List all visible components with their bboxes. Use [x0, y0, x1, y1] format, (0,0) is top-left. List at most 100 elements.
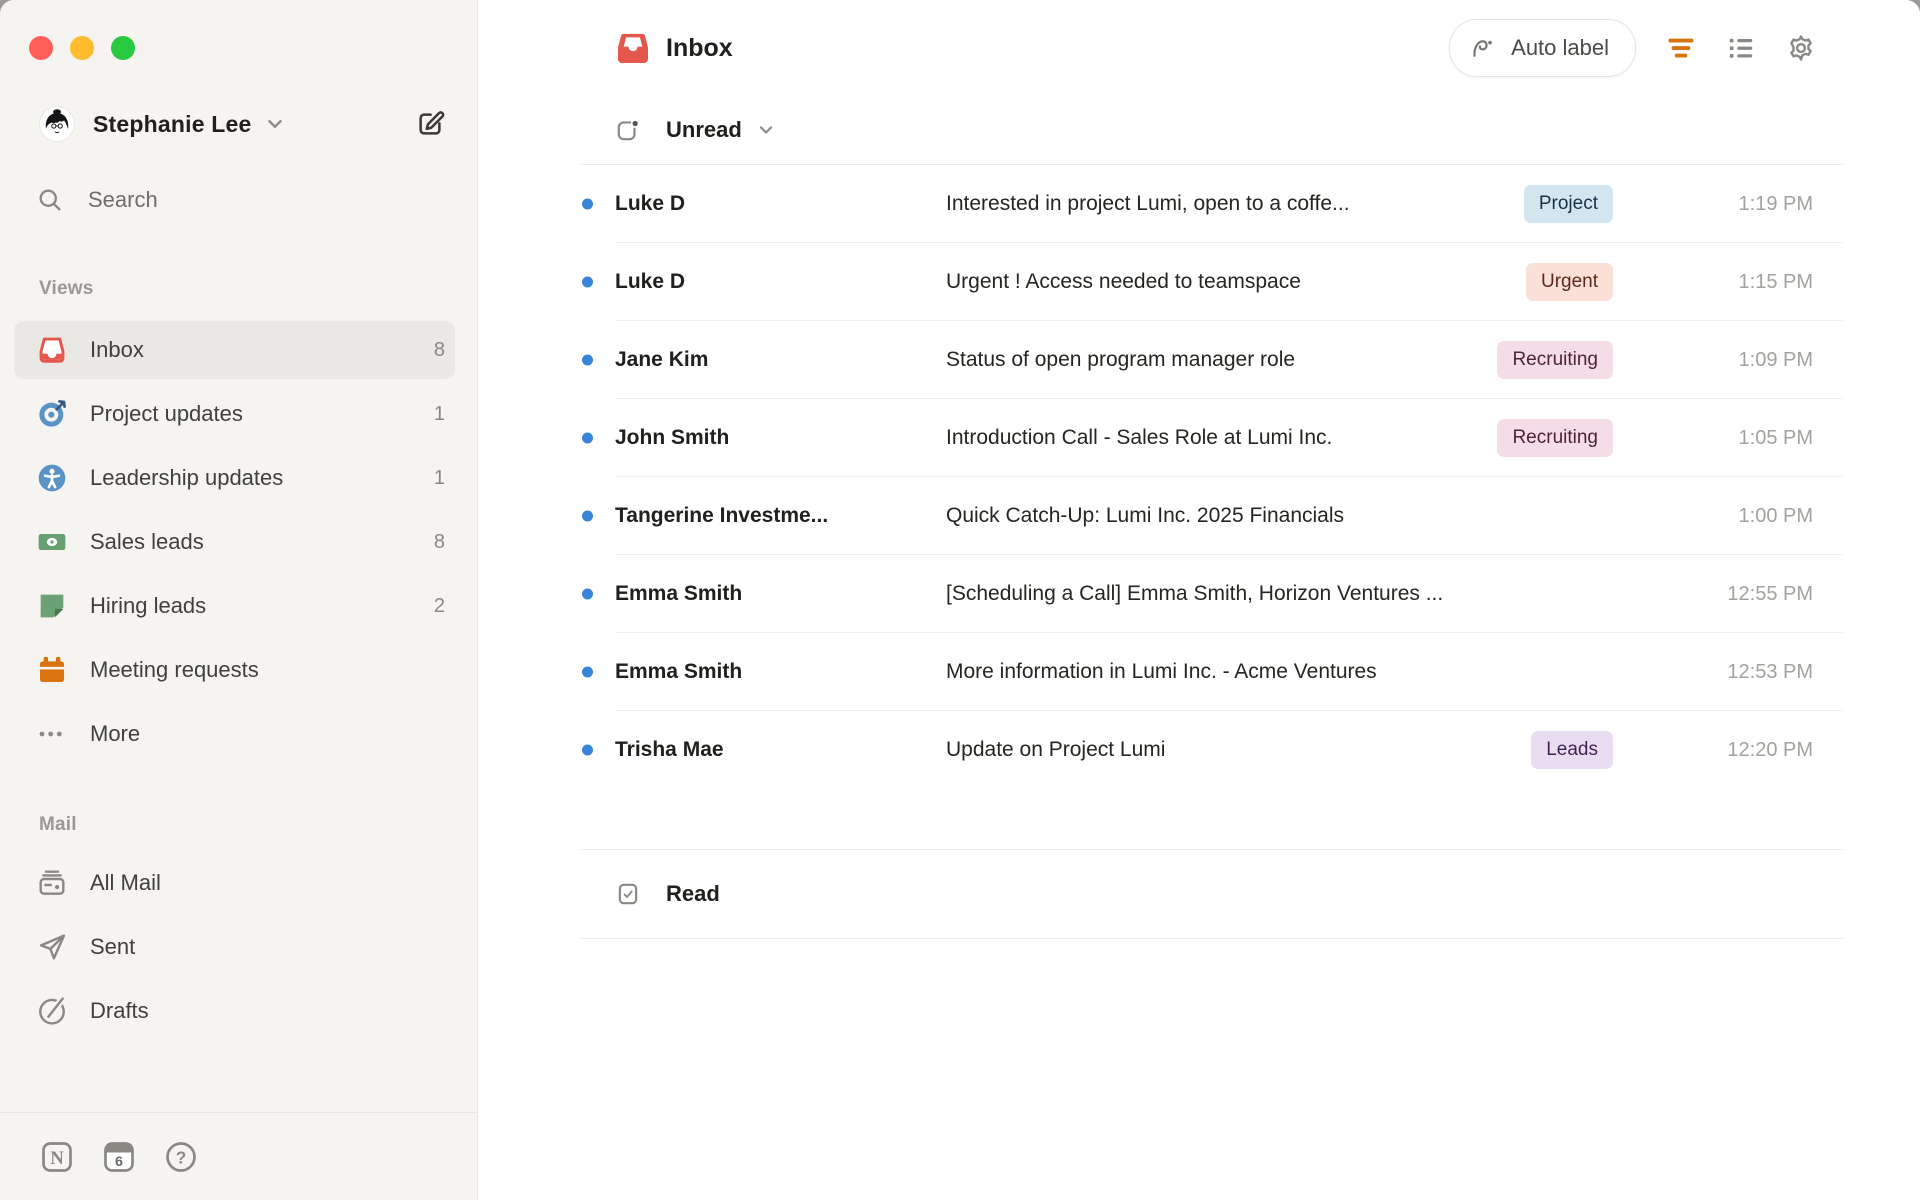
- unread-count: 1: [433, 402, 445, 425]
- sidebar-item-label: All Mail: [90, 870, 161, 895]
- mail-section-label: Mail: [39, 814, 77, 835]
- note-icon: [36, 590, 68, 622]
- read-checkbox-icon[interactable]: [615, 881, 641, 907]
- email-list: Luke D Interested in project Lumi, open t…: [479, 165, 1920, 789]
- banknote-icon: [36, 526, 68, 558]
- sidebar-item-hiring-leads[interactable]: Hiring leads 2: [14, 577, 455, 635]
- svg-text:?: ?: [176, 1147, 187, 1167]
- traffic-lights: [29, 36, 135, 60]
- sidebar-item-label: Project updates: [90, 401, 243, 426]
- email-subject: Update on Project Lumi: [946, 738, 1166, 761]
- sidebar-item-label: Sent: [90, 934, 136, 959]
- sidebar: Stephanie Lee Search Views Inbox 8 Project…: [0, 0, 478, 1200]
- email-time: 1:19 PM: [1738, 192, 1813, 215]
- compose-button[interactable]: [415, 109, 445, 139]
- unread-dot: [582, 276, 593, 288]
- main-panel: Inbox Auto label Unread Luke D Interested…: [479, 0, 1920, 1200]
- label-badge[interactable]: Leads: [1531, 731, 1613, 769]
- email-sender: Luke D: [615, 192, 686, 215]
- sidebar-item-inbox[interactable]: Inbox 8: [14, 321, 455, 379]
- read-group-header: Read: [479, 850, 1920, 938]
- auto-label-icon: [1470, 35, 1497, 62]
- auto-label-button[interactable]: Auto label: [1449, 19, 1636, 77]
- calendar-app-icon[interactable]: 6: [101, 1139, 137, 1175]
- sidebar-item-label: Sales leads: [90, 529, 204, 554]
- sidebar-item-meeting-requests[interactable]: Meeting requests: [14, 641, 455, 699]
- svg-text:N: N: [50, 1147, 64, 1168]
- avatar[interactable]: [39, 106, 75, 142]
- email-row[interactable]: Emma Smith [Scheduling a Call] Emma Smith…: [479, 555, 1920, 633]
- unread-count: 2: [433, 594, 445, 617]
- list-view-button[interactable]: [1726, 33, 1756, 63]
- unread-dot: [582, 510, 593, 522]
- account-row: Stephanie Lee: [39, 106, 445, 142]
- mail-stack-icon: [36, 867, 68, 899]
- email-row[interactable]: Jane Kim Status of open program manager r…: [479, 321, 1920, 399]
- email-row[interactable]: Luke D Urgent ! Access needed to teamspac…: [479, 243, 1920, 321]
- email-sender: Jane Kim: [615, 348, 709, 371]
- sidebar-item-more[interactable]: More: [14, 705, 455, 763]
- label-badge[interactable]: Recruiting: [1497, 419, 1613, 457]
- email-row[interactable]: John Smith Introduction Call - Sales Role…: [479, 399, 1920, 477]
- unread-count: 8: [433, 530, 445, 553]
- search-label: Search: [88, 187, 158, 212]
- search-button[interactable]: Search: [36, 182, 445, 218]
- email-subject: [Scheduling a Call] Emma Smith, Horizon …: [946, 582, 1444, 605]
- email-subject: More information in Lumi Inc. - Acme Ven…: [946, 660, 1377, 683]
- sidebar-item-drafts[interactable]: Drafts: [14, 982, 455, 1040]
- email-row[interactable]: Emma Smith More information in Lumi Inc. …: [479, 633, 1920, 711]
- account-name[interactable]: Stephanie Lee: [93, 111, 252, 138]
- pencil-circle-icon: [36, 995, 68, 1027]
- search-icon: [36, 186, 64, 214]
- minimize-button[interactable]: [70, 36, 94, 60]
- mail-nav: All Mail Sent Drafts: [14, 854, 455, 1046]
- sidebar-item-label: Inbox: [90, 337, 144, 362]
- auto-label-text: Auto label: [1511, 35, 1609, 60]
- email-row[interactable]: Luke D Interested in project Lumi, open t…: [479, 165, 1920, 243]
- email-subject: Interested in project Lumi, open to a co…: [946, 192, 1350, 215]
- calendar-icon: [36, 654, 68, 686]
- sidebar-item-label: Hiring leads: [90, 593, 207, 618]
- email-time: 12:53 PM: [1727, 660, 1813, 683]
- close-button[interactable]: [29, 36, 53, 60]
- unread-dot: [582, 666, 593, 678]
- notion-logo-icon[interactable]: N: [39, 1139, 75, 1175]
- paper-plane-icon: [36, 931, 68, 963]
- views-section-label: Views: [39, 278, 94, 299]
- chevron-down-icon[interactable]: [264, 113, 286, 135]
- email-sender: John Smith: [615, 426, 730, 449]
- unread-dot: [582, 198, 593, 210]
- label-badge[interactable]: Urgent: [1525, 263, 1613, 301]
- toolbar: Auto label: [1449, 19, 1816, 77]
- email-time: 1:15 PM: [1738, 270, 1813, 293]
- sidebar-item-label: More: [90, 721, 141, 746]
- settings-button[interactable]: [1786, 33, 1816, 63]
- unread-label: Unread: [666, 117, 742, 142]
- label-badge[interactable]: Recruiting: [1497, 341, 1613, 379]
- filter-button[interactable]: [1666, 33, 1696, 63]
- email-row[interactable]: Trisha Mae Update on Project Lumi Leads 12:…: [479, 711, 1920, 789]
- email-time: 1:09 PM: [1738, 348, 1813, 371]
- ellipsis-icon: [36, 718, 68, 750]
- sidebar-item-project-updates[interactable]: Project updates 1: [14, 385, 455, 443]
- chevron-down-icon[interactable]: [756, 120, 776, 140]
- sidebar-item-leadership-updates[interactable]: Leadership updates 1: [14, 449, 455, 507]
- unread-dot: [582, 354, 593, 366]
- label-badge[interactable]: Project: [1523, 185, 1613, 223]
- zoom-button[interactable]: [111, 36, 135, 60]
- email-time: 12:55 PM: [1727, 582, 1813, 605]
- unread-group-header: Unread: [479, 96, 1920, 164]
- unread-dot: [582, 588, 593, 600]
- sidebar-item-all-mail[interactable]: All Mail: [14, 854, 455, 912]
- sidebar-footer: N 6?: [0, 1112, 477, 1200]
- email-time: 1:05 PM: [1738, 426, 1813, 449]
- email-subject: Introduction Call - Sales Role at Lumi I…: [946, 426, 1333, 449]
- sidebar-item-label: Meeting requests: [90, 657, 259, 682]
- email-time: 1:00 PM: [1738, 504, 1813, 527]
- email-row[interactable]: Tangerine Investme... Quick Catch-Up: Lum…: [479, 477, 1920, 555]
- email-time: 12:20 PM: [1727, 738, 1813, 761]
- sidebar-item-label: Leadership updates: [90, 465, 284, 490]
- sidebar-item-sent[interactable]: Sent: [14, 918, 455, 976]
- sidebar-item-sales-leads[interactable]: Sales leads 8: [14, 513, 455, 571]
- help-icon[interactable]: ?: [163, 1139, 199, 1175]
